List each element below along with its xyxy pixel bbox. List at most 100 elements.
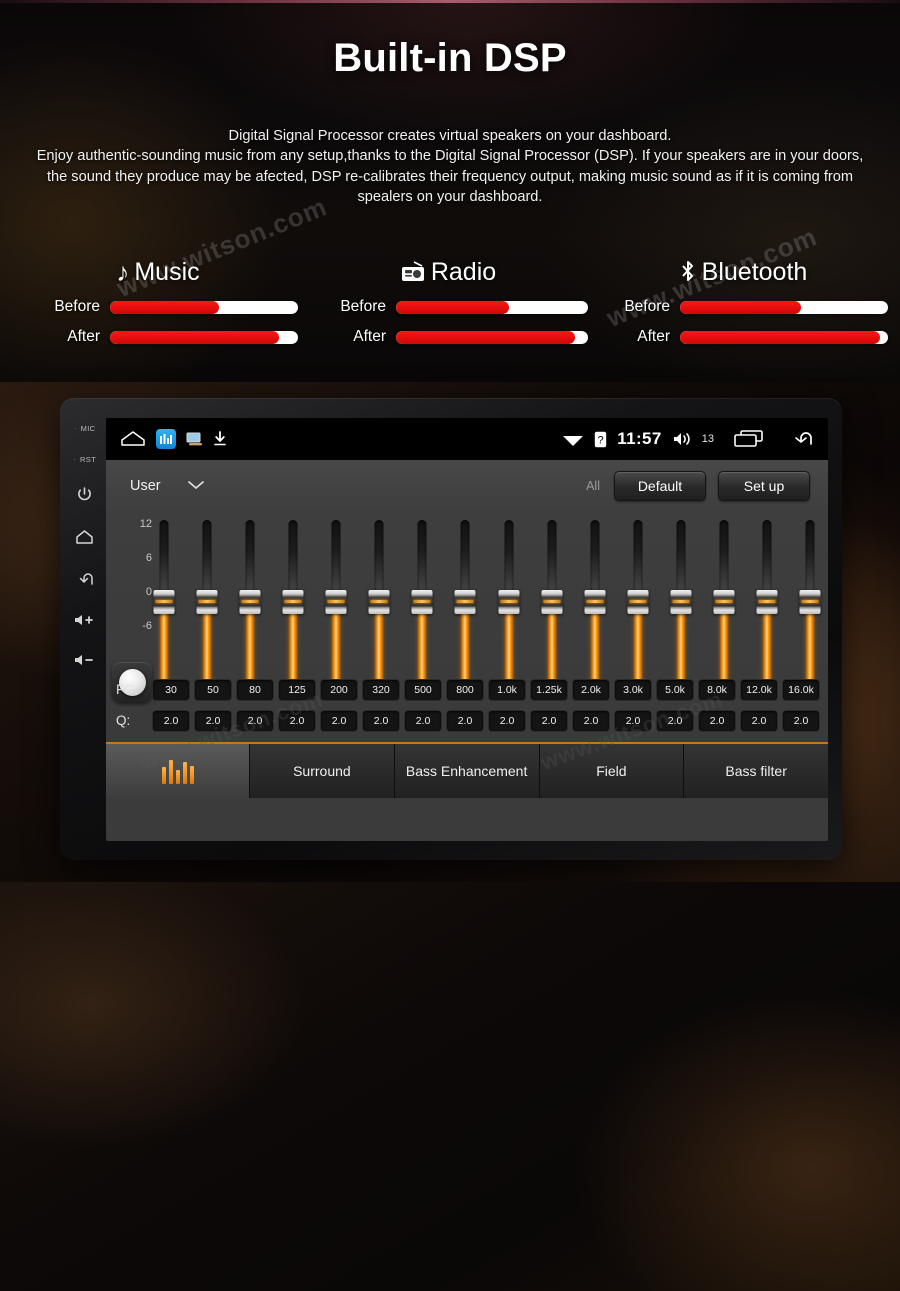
comparison-title-label: Bluetooth [701,257,808,286]
eq-slider-30[interactable] [153,518,175,686]
setup-button[interactable]: Set up [718,471,810,501]
slider-handle[interactable] [627,590,649,614]
eq-slider-8.0k[interactable] [713,518,735,686]
slider-track-upper [159,520,169,598]
sim-card-icon: ? [594,431,607,448]
slider-handle[interactable] [411,590,433,614]
slider-handle[interactable] [756,590,778,614]
slider-handle[interactable] [325,590,347,614]
eq-slider-500[interactable] [411,518,433,686]
eq-slider-50[interactable] [196,518,218,686]
before-bar-track [110,300,298,314]
fc-cell[interactable]: 80 [236,678,274,701]
default-button[interactable]: Default [614,471,706,501]
comparison-section: ♪ Music Before After Radio Before After … [0,252,900,372]
back-icon[interactable] [784,430,814,448]
tab-bass-enhancement[interactable]: Bass Enhancement [394,744,540,798]
slider-handle[interactable] [282,590,304,614]
eq-slider-125[interactable] [282,518,304,686]
slider-handle[interactable] [713,590,735,614]
tab-surround[interactable]: Surround [250,744,395,798]
eq-slider-12.0k[interactable] [756,518,778,686]
q-cell[interactable]: 2.0 [278,709,316,732]
eq-slider-3.0k[interactable] [627,518,649,686]
eq-slider-200[interactable] [325,518,347,686]
back-button[interactable] [75,571,94,587]
volume-up-button[interactable] [73,613,95,627]
volume-icon[interactable] [672,431,692,447]
fc-cell[interactable]: 8.0k [698,678,736,701]
q-cell[interactable]: 2.0 [362,709,400,732]
home-button[interactable] [75,529,94,545]
after-label: After [67,328,100,345]
fc-cell[interactable]: 2.0k [572,678,610,701]
slider-track-upper [547,520,557,598]
fc-cell[interactable]: 500 [404,678,442,701]
fc-cell[interactable]: 50 [194,678,232,701]
q-cell[interactable]: 2.0 [782,709,820,732]
q-cell[interactable]: 2.0 [152,709,190,732]
q-cell[interactable]: 2.0 [404,709,442,732]
tab-field[interactable]: Field [539,744,685,798]
q-cell[interactable]: 2.0 [488,709,526,732]
q-cell[interactable]: 2.0 [698,709,736,732]
slider-handle[interactable] [498,590,519,614]
q-cell[interactable]: 2.0 [614,709,652,732]
preset-toolbar: User All Default Set up [106,460,828,512]
fc-cell[interactable]: 800 [446,678,484,701]
slider-handle[interactable] [670,590,692,614]
eq-slider-800[interactable] [454,518,476,686]
q-cell[interactable]: 2.0 [446,709,484,732]
eq-slider-2.0k[interactable] [584,518,606,686]
eq-app-icon[interactable] [156,429,176,449]
slider-handle[interactable] [584,590,606,614]
eq-slider-80[interactable] [239,518,261,686]
after-bar-fill [680,330,880,344]
fc-cell[interactable]: 1.0k [488,678,526,701]
fc-cell[interactable]: 16.0k [782,678,820,701]
slider-handle[interactable] [368,590,390,614]
eq-slider-1.25k[interactable] [541,518,563,686]
volume-down-button[interactable] [73,653,95,667]
q-cell[interactable]: 2.0 [194,709,232,732]
eq-slider-320[interactable] [368,518,390,686]
fc-cell[interactable]: 200 [320,678,358,701]
slider-handle[interactable] [239,590,261,614]
q-cell[interactable]: 2.0 [320,709,358,732]
fc-cell[interactable]: 12.0k [740,678,778,701]
slider-handle[interactable] [541,590,563,614]
q-cell[interactable]: 2.0 [572,709,610,732]
eq-slider-16.0k[interactable] [799,518,821,686]
eq-slider-5.0k[interactable] [670,518,692,686]
fc-cell[interactable]: 3.0k [614,678,652,701]
q-cell[interactable]: 2.0 [740,709,778,732]
slider-handle[interactable] [153,590,175,614]
eq-slider-1.0k[interactable] [498,518,519,686]
reset-indicator[interactable]: RST [72,455,96,464]
fc-cell[interactable]: 5.0k [656,678,694,701]
screen-cast-icon[interactable] [186,432,203,447]
fc-cell[interactable]: 1.25k [530,678,568,701]
slider-handle[interactable] [454,590,476,614]
fc-cell[interactable]: 125 [278,678,316,701]
tab-equalizer[interactable] [106,744,250,798]
q-cell[interactable]: 2.0 [530,709,568,732]
tab-bass-filter[interactable]: Bass filter [684,744,828,798]
before-bar-track [680,300,888,314]
chevron-down-icon[interactable] [187,477,205,495]
all-label[interactable]: All [586,479,600,493]
comparison-title-label: Music [134,257,200,286]
slider-handle[interactable] [799,590,821,614]
slider-handle[interactable] [196,590,218,614]
fc-cell[interactable]: 30 [152,678,190,701]
q-cell[interactable]: 2.0 [236,709,274,732]
preset-name[interactable]: User [130,478,161,494]
fc-cell[interactable]: 320 [362,678,400,701]
download-icon[interactable] [213,431,227,447]
comparison-title: Radio [308,252,588,292]
recents-icon[interactable] [734,430,764,448]
home-outline-icon[interactable] [120,430,146,448]
power-button[interactable] [76,486,93,503]
q-cell[interactable]: 2.0 [656,709,694,732]
slider-track-upper [374,520,384,598]
